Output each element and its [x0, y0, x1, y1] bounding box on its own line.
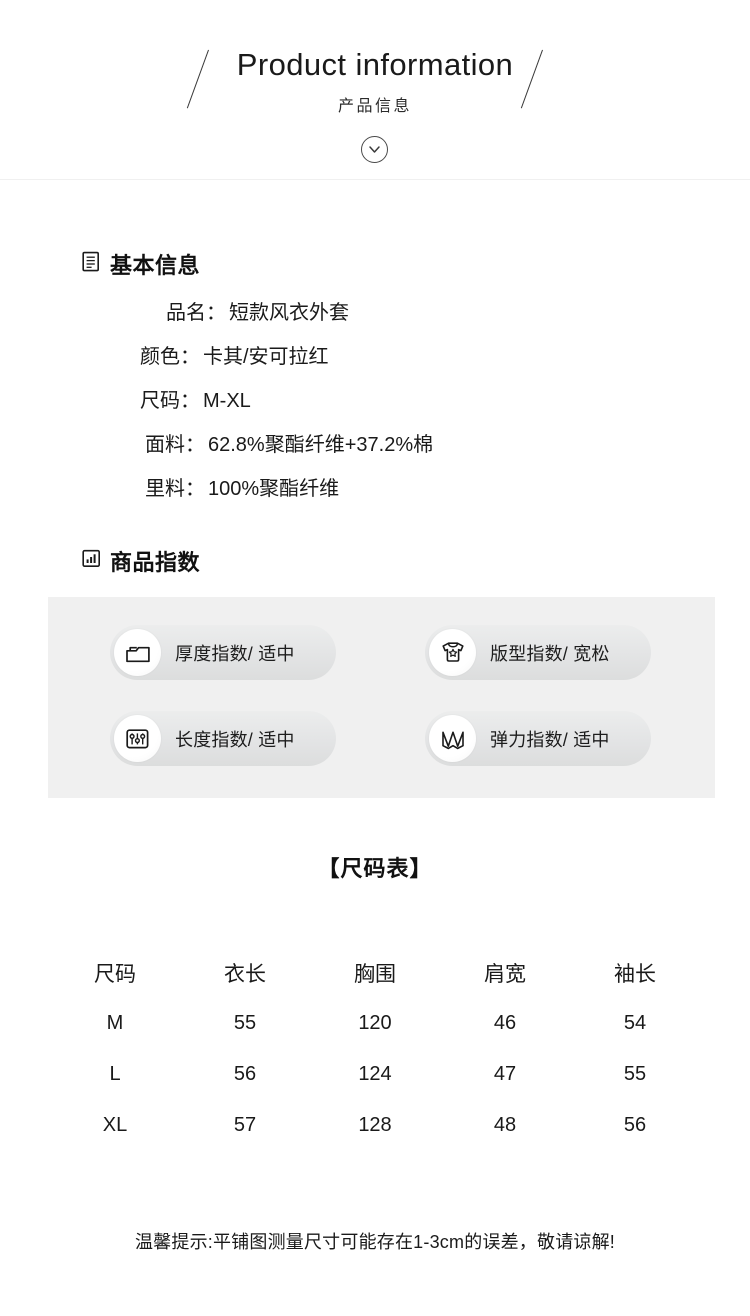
- cell-length: 55: [233, 1012, 257, 1034]
- cell-sleeve: 54: [623, 1012, 647, 1034]
- page-title-en: Product information: [236, 47, 514, 82]
- info-label: 颜色：: [140, 346, 200, 368]
- info-value: 卡其/安可拉红: [203, 346, 329, 368]
- info-row-product-name: 品名： 短款风衣外套: [140, 296, 700, 340]
- info-label: 尺码：: [140, 390, 200, 412]
- basic-info-heading: 基本信息: [82, 248, 200, 280]
- cell-shoulder: 46: [493, 1012, 517, 1034]
- product-index-panel: 厚度指数/ 适中 版型指数/ 宽松 长度指数/ 适中 弹力指数/ 适中: [48, 597, 715, 798]
- cell-size: M: [106, 1012, 124, 1034]
- index-pill-thickness[interactable]: 厚度指数/ 适中: [110, 625, 336, 680]
- column-header-sleeve: 袖长: [614, 963, 656, 986]
- info-value: 100%聚酯纤维: [208, 478, 340, 500]
- cell-bust: 120: [358, 1012, 392, 1034]
- folded-map-icon: [429, 715, 476, 762]
- header-title-stack: Product information 产品信息: [236, 47, 514, 116]
- info-label: 里料：: [145, 478, 205, 500]
- size-chart-table: 尺码 衣长 胸围 肩宽 袖长 M 55 120 46 54 L 56 124 4…: [50, 948, 700, 1151]
- table-header-row: 尺码 衣长 胸围 肩宽 袖长: [50, 948, 700, 998]
- chevron-down-circle-icon[interactable]: [361, 136, 388, 163]
- tshirt-icon: [429, 629, 476, 676]
- diagonal-slash-icon-left: [193, 48, 223, 110]
- column-header-shoulder: 肩宽: [484, 963, 526, 986]
- document-icon: [82, 251, 101, 277]
- bar-chart-icon: [82, 549, 101, 573]
- table-row: L 56 124 47 55: [50, 1049, 700, 1100]
- index-pill-label: 版型指数/ 宽松: [490, 643, 610, 664]
- product-index-heading-label: 商品指数: [110, 550, 201, 575]
- info-row-fabric: 面料： 62.8%聚酯纤维+37.2%棉: [140, 428, 700, 472]
- index-pill-label: 弹力指数/ 适中: [490, 729, 610, 750]
- header-title-row: Product information 产品信息: [0, 47, 750, 116]
- info-label: 品名：: [166, 302, 226, 324]
- page-title-cn: 产品信息: [337, 97, 412, 115]
- basic-info-heading-label: 基本信息: [110, 253, 201, 278]
- info-value: M-XL: [203, 390, 251, 412]
- size-chart-title: 【尺码表】: [317, 856, 433, 881]
- column-header-length: 衣长: [224, 963, 266, 986]
- cell-size: L: [109, 1063, 121, 1085]
- diagonal-slash-icon-right: [527, 48, 557, 110]
- cell-sleeve: 55: [623, 1063, 647, 1085]
- index-pill-fit[interactable]: 版型指数/ 宽松: [425, 625, 651, 680]
- index-pill-label: 长度指数/ 适中: [175, 729, 295, 750]
- table-row: XL 57 128 48 56: [50, 1100, 700, 1151]
- cell-shoulder: 47: [493, 1063, 517, 1085]
- cell-shoulder: 48: [493, 1114, 517, 1136]
- index-pill-label: 厚度指数/ 适中: [175, 643, 295, 664]
- info-value: 短款风衣外套: [229, 302, 349, 324]
- info-row-size: 尺码： M-XL: [140, 384, 700, 428]
- sliders-icon: [114, 715, 161, 762]
- index-pill-elasticity[interactable]: 弹力指数/ 适中: [425, 711, 651, 766]
- cell-length: 57: [233, 1114, 257, 1136]
- product-index-heading: 商品指数: [82, 545, 200, 577]
- column-header-size: 尺码: [94, 963, 136, 986]
- cell-bust: 124: [358, 1063, 392, 1085]
- cell-sleeve: 56: [623, 1114, 647, 1136]
- table-row: M 55 120 46 54: [50, 998, 700, 1049]
- info-row-lining: 里料： 100%聚酯纤维: [140, 472, 700, 516]
- info-value: 62.8%聚酯纤维+37.2%棉: [208, 434, 434, 456]
- index-pill-length[interactable]: 长度指数/ 适中: [110, 711, 336, 766]
- fabric-layers-icon: [114, 629, 161, 676]
- info-label: 面料：: [145, 434, 205, 456]
- cell-size: XL: [102, 1114, 128, 1136]
- info-row-color: 颜色： 卡其/安可拉红: [140, 340, 700, 384]
- cell-length: 56: [233, 1063, 257, 1085]
- page-header: Product information 产品信息: [0, 0, 750, 180]
- column-header-bust: 胸围: [354, 963, 396, 986]
- cell-bust: 128: [358, 1114, 392, 1136]
- measurement-disclaimer: 温馨提示:平铺图测量尺寸可能存在1-3cm的误差，敬请谅解!: [134, 1232, 615, 1252]
- basic-info-list: 品名： 短款风衣外套 颜色： 卡其/安可拉红 尺码： M-XL 面料： 62.8…: [140, 296, 700, 516]
